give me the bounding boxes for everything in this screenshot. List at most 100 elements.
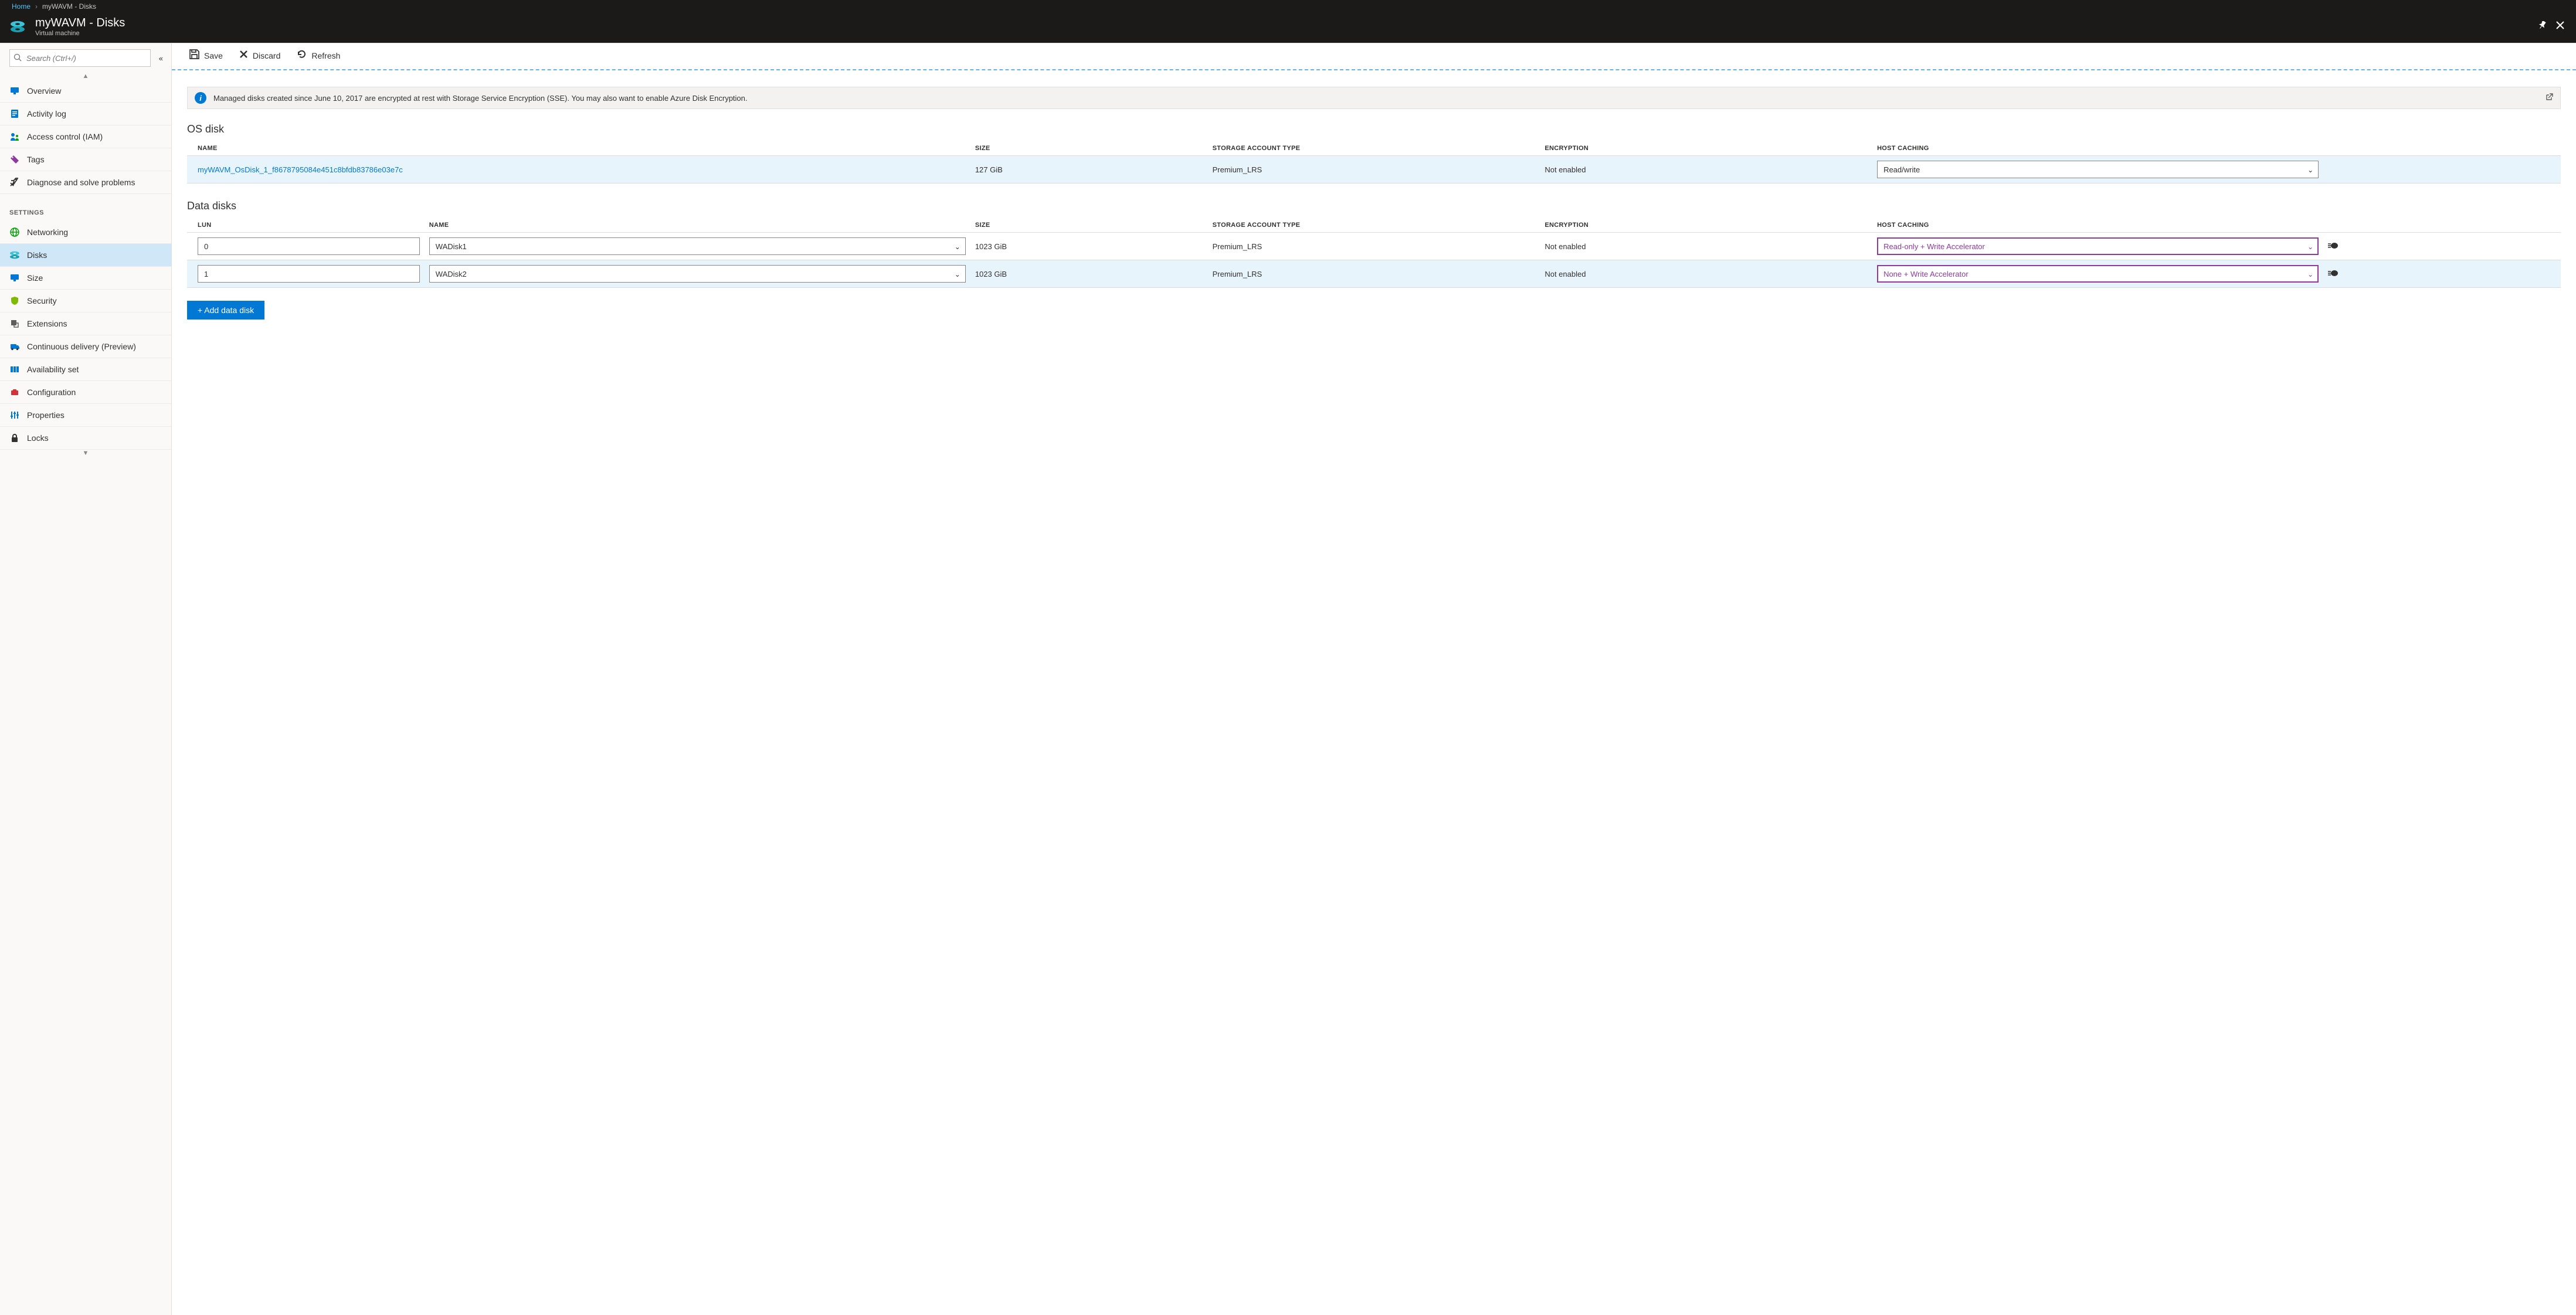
add-data-disk-button[interactable]: + Add data disk <box>187 301 264 320</box>
security-icon <box>9 295 20 306</box>
breadcrumb-sep: › <box>35 2 38 11</box>
sidebar-item-label: Availability set <box>27 365 79 374</box>
sidebar-item-size[interactable]: Size <box>0 267 171 290</box>
write-accelerator-icon[interactable] <box>2328 269 2339 278</box>
disk-storage: Premium_LRS <box>1208 260 1540 288</box>
chevron-down-icon: ⌄ <box>2307 166 2313 174</box>
sidebar-item-security[interactable]: Security <box>0 290 171 312</box>
sidebar-item-label: Overview <box>27 86 61 96</box>
refresh-label: Refresh <box>311 51 340 60</box>
os-disk-caching-dropdown[interactable]: Read/write ⌄ <box>1877 161 2319 178</box>
close-icon[interactable] <box>2556 21 2564 32</box>
col-name: NAME <box>425 218 970 233</box>
data-disks-table: LUN NAME SIZE STORAGE ACCOUNT TYPE ENCRY… <box>187 218 2561 288</box>
os-disk-size: 127 GiB <box>970 156 1208 184</box>
configuration-icon <box>9 387 20 397</box>
sidebar-item-continuous-delivery-preview-[interactable]: Continuous delivery (Preview) <box>0 335 171 358</box>
os-disk-table: NAME SIZE STORAGE ACCOUNT TYPE ENCRYPTIO… <box>187 141 2561 184</box>
sidebar-item-label: Access control (IAM) <box>27 132 103 141</box>
disk-name-dropdown[interactable]: WADisk2 ⌄ <box>429 265 966 283</box>
data-disk-row: 1 WADisk2⌄ 1023 GiB Premium_LRS Not enab… <box>187 260 2561 288</box>
sidebar-item-activity-log[interactable]: Activity log <box>0 103 171 125</box>
sidebar: « ▲ Overview Activity log Access control (… <box>0 43 172 1315</box>
disk-name-value: WADisk1 <box>436 242 467 251</box>
external-link-icon[interactable] <box>2545 93 2553 103</box>
disk-size: 1023 GiB <box>970 233 1208 260</box>
sidebar-item-extensions[interactable]: Extensions <box>0 312 171 335</box>
save-button[interactable]: Save <box>189 49 223 62</box>
save-icon <box>189 49 199 62</box>
sidebar-item-label: Disks <box>27 250 47 260</box>
sidebar-item-properties[interactable]: Properties <box>0 404 171 427</box>
disks-resource-icon <box>8 20 27 34</box>
col-storage: STORAGE ACCOUNT TYPE <box>1208 141 1540 156</box>
pin-icon[interactable] <box>2538 21 2547 32</box>
disk-caching-value: None + Write Accelerator <box>1883 270 1969 278</box>
disk-name-value: WADisk2 <box>436 270 467 278</box>
os-disk-caching-value: Read/write <box>1883 165 1920 174</box>
breadcrumb-current: myWAVM - Disks <box>42 2 96 11</box>
tags-icon <box>9 154 20 165</box>
col-caching: HOST CACHING <box>1872 218 2323 233</box>
info-banner-text: Managed disks created since June 10, 201… <box>213 94 748 103</box>
discard-button[interactable]: Discard <box>239 50 280 62</box>
continuous-delivery-icon <box>9 341 20 352</box>
locks-icon <box>9 433 20 443</box>
availability-set-icon <box>9 364 20 375</box>
collapse-sidebar-icon[interactable]: « <box>157 52 165 65</box>
discard-icon <box>239 50 248 62</box>
search-input[interactable] <box>9 49 151 67</box>
networking-icon <box>9 227 20 237</box>
lun-input[interactable]: 0 <box>198 237 420 255</box>
sidebar-item-diagnose-and-solve-problems[interactable]: Diagnose and solve problems <box>0 171 171 194</box>
activity-log-icon <box>9 108 20 119</box>
disk-caching-value: Read-only + Write Accelerator <box>1883 242 1985 251</box>
sidebar-item-label: Diagnose and solve problems <box>27 178 135 187</box>
sidebar-item-availability-set[interactable]: Availability set <box>0 358 171 381</box>
lun-input[interactable]: 1 <box>198 265 420 283</box>
sidebar-item-access-control-iam-[interactable]: Access control (IAM) <box>0 125 171 148</box>
discard-label: Discard <box>253 51 280 60</box>
main-content: Save Discard Refresh i <box>172 43 2576 1315</box>
sidebar-item-configuration[interactable]: Configuration <box>0 381 171 404</box>
sidebar-item-label: Configuration <box>27 388 76 397</box>
blade-header: myWAVM - Disks Virtual machine <box>0 13 2576 43</box>
info-icon: i <box>195 92 206 104</box>
chevron-down-icon: ⌄ <box>955 270 961 278</box>
sidebar-item-label: Tags <box>27 155 45 164</box>
scroll-up-icon[interactable]: ▲ <box>0 73 171 80</box>
sidebar-item-overview[interactable]: Overview <box>0 80 171 103</box>
breadcrumb-home[interactable]: Home <box>12 2 30 11</box>
sidebar-item-label: Activity log <box>27 109 66 118</box>
sidebar-item-locks[interactable]: Locks <box>0 427 171 450</box>
overview-icon <box>9 86 20 96</box>
col-lun: LUN <box>187 218 425 233</box>
sidebar-item-disks[interactable]: Disks <box>0 244 171 267</box>
disk-encryption: Not enabled <box>1540 233 1872 260</box>
sidebar-item-label: Security <box>27 296 57 305</box>
col-storage: STORAGE ACCOUNT TYPE <box>1208 218 1540 233</box>
os-disk-section-title: OS disk <box>187 123 2561 135</box>
page-title: myWAVM - Disks <box>35 16 2530 30</box>
col-size: SIZE <box>970 218 1208 233</box>
sidebar-section-settings: SETTINGS <box>0 194 171 221</box>
col-caching: HOST CACHING <box>1872 141 2323 156</box>
extensions-icon <box>9 318 20 329</box>
os-disk-name-link[interactable]: myWAVM_OsDisk_1_f8678795084e451c8bfdb837… <box>198 165 403 174</box>
sidebar-item-tags[interactable]: Tags <box>0 148 171 171</box>
size-icon <box>9 273 20 283</box>
refresh-button[interactable]: Refresh <box>297 49 340 62</box>
disks-icon <box>9 250 20 260</box>
sidebar-item-networking[interactable]: Networking <box>0 221 171 244</box>
chevron-down-icon: ⌄ <box>955 243 961 251</box>
disk-name-dropdown[interactable]: WADisk1 ⌄ <box>429 237 966 255</box>
write-accelerator-icon[interactable] <box>2328 242 2339 251</box>
col-name: NAME <box>187 141 970 156</box>
scroll-down-icon[interactable]: ▼ <box>0 450 171 457</box>
data-disks-section-title: Data disks <box>187 200 2561 212</box>
disk-caching-dropdown[interactable]: None + Write Accelerator⌄ <box>1877 265 2319 283</box>
diagnose-icon <box>9 177 20 188</box>
page-subtitle: Virtual machine <box>35 30 2530 37</box>
os-disk-encryption: Not enabled <box>1540 156 1872 184</box>
disk-caching-dropdown[interactable]: Read-only + Write Accelerator⌄ <box>1877 237 2319 255</box>
